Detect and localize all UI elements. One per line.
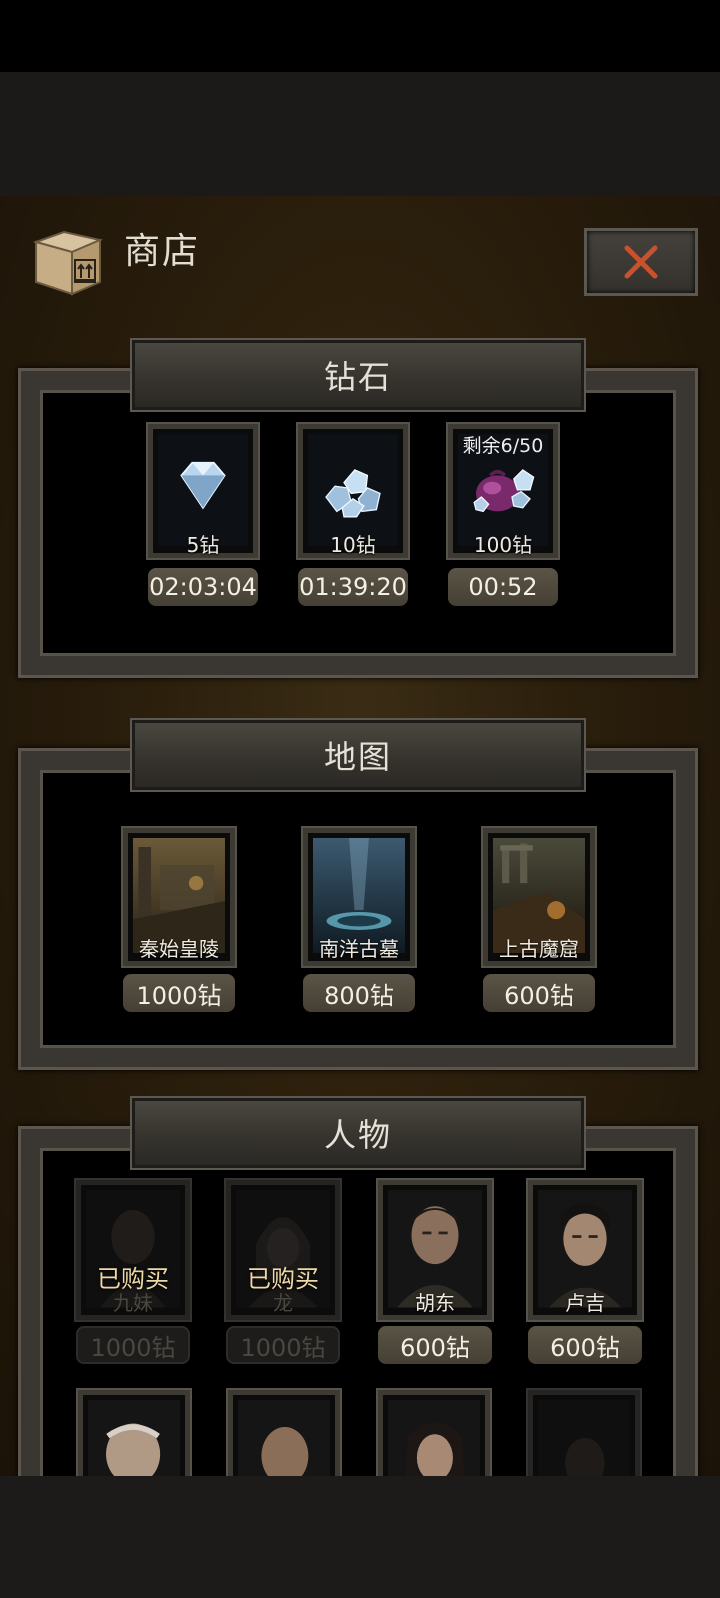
character-banner: 人物	[130, 1096, 586, 1170]
shop-window: 商店 钻石 5钻 02:03:04 10钻 01:39:20 剩余6/50 10…	[0, 196, 720, 1476]
item-frame: 剩余6/50 100钻	[446, 422, 560, 560]
remaining-count: 剩余6/50	[462, 435, 544, 457]
map-section-title: 地图	[323, 738, 392, 776]
character-item[interactable]	[226, 1388, 342, 1476]
character-item[interactable]: 卢吉 600钻	[526, 1178, 644, 1364]
character-item[interactable]	[526, 1388, 642, 1476]
close-button[interactable]	[584, 228, 698, 296]
diamond-item[interactable]: 剩余6/50 100钻 00:52	[446, 422, 560, 606]
map-item[interactable]: 上古魔窟 600钻	[481, 826, 597, 1012]
item-timer: 00:52	[448, 568, 558, 606]
character-item[interactable]: 胡东 600钻	[376, 1178, 494, 1364]
item-frame: 南洋古墓	[301, 826, 417, 968]
item-price: 1000钻	[76, 1326, 190, 1364]
item-label: 10钻	[330, 533, 376, 557]
item-label: 秦始皇陵	[139, 937, 219, 961]
item-timer: 02:03:04	[148, 568, 258, 606]
page-title: 商店	[124, 231, 201, 272]
item-label: 胡东	[415, 1291, 455, 1315]
map-banner: 地图	[130, 718, 586, 792]
item-label: 100钻	[473, 533, 533, 557]
item-frame	[226, 1388, 342, 1476]
top-band	[0, 72, 720, 196]
item-frame: 秦始皇陵	[121, 826, 237, 968]
character-section-title: 人物	[323, 1116, 392, 1154]
close-icon	[624, 245, 658, 279]
item-label: 龙	[273, 1291, 293, 1315]
character-item[interactable]: 已购买 龙 1000钻	[224, 1178, 342, 1364]
diamond-banner: 钻石	[130, 338, 586, 412]
item-frame	[526, 1388, 642, 1476]
map-item[interactable]: 秦始皇陵 1000钻	[121, 826, 237, 1012]
item-label: 5钻	[186, 533, 220, 557]
character-item[interactable]	[376, 1388, 492, 1476]
portrait-dark	[538, 1400, 630, 1476]
item-frame	[76, 1388, 192, 1476]
item-frame	[376, 1388, 492, 1476]
box-icon	[30, 226, 106, 298]
status-bar	[0, 0, 720, 72]
portrait-woman	[388, 1400, 480, 1476]
diamond-item[interactable]: 5钻 02:03:04	[146, 422, 260, 606]
item-frame: 卢吉	[526, 1178, 644, 1322]
item-frame: 已购买 龙	[224, 1178, 342, 1322]
diamond-item[interactable]: 10钻 01:39:20	[296, 422, 410, 606]
item-label: 上古魔窟	[499, 937, 579, 961]
character-item[interactable]: 已购买 九妹 1000钻	[74, 1178, 192, 1364]
portrait-bald	[238, 1400, 330, 1476]
item-price: 600钻	[378, 1326, 492, 1364]
character-item[interactable]	[76, 1388, 192, 1476]
item-frame: 胡东	[376, 1178, 494, 1322]
diamond-section-title: 钻石	[323, 358, 392, 396]
item-price: 600钻	[483, 974, 595, 1012]
item-price: 600钻	[528, 1326, 642, 1364]
item-label: 九妹	[113, 1291, 153, 1315]
item-timer: 01:39:20	[298, 568, 408, 606]
bottom-band	[0, 1476, 720, 1598]
item-label: 南洋古墓	[319, 937, 399, 961]
item-frame: 已购买 九妹	[74, 1178, 192, 1322]
item-frame: 5钻	[146, 422, 260, 560]
item-price: 1000钻	[123, 974, 235, 1012]
portrait-elder	[88, 1400, 180, 1476]
item-frame: 上古魔窟	[481, 826, 597, 968]
item-frame: 10钻	[296, 422, 410, 560]
map-item[interactable]: 南洋古墓 800钻	[301, 826, 417, 1012]
item-price: 800钻	[303, 974, 415, 1012]
item-label: 卢吉	[565, 1291, 605, 1315]
item-price: 1000钻	[226, 1326, 340, 1364]
